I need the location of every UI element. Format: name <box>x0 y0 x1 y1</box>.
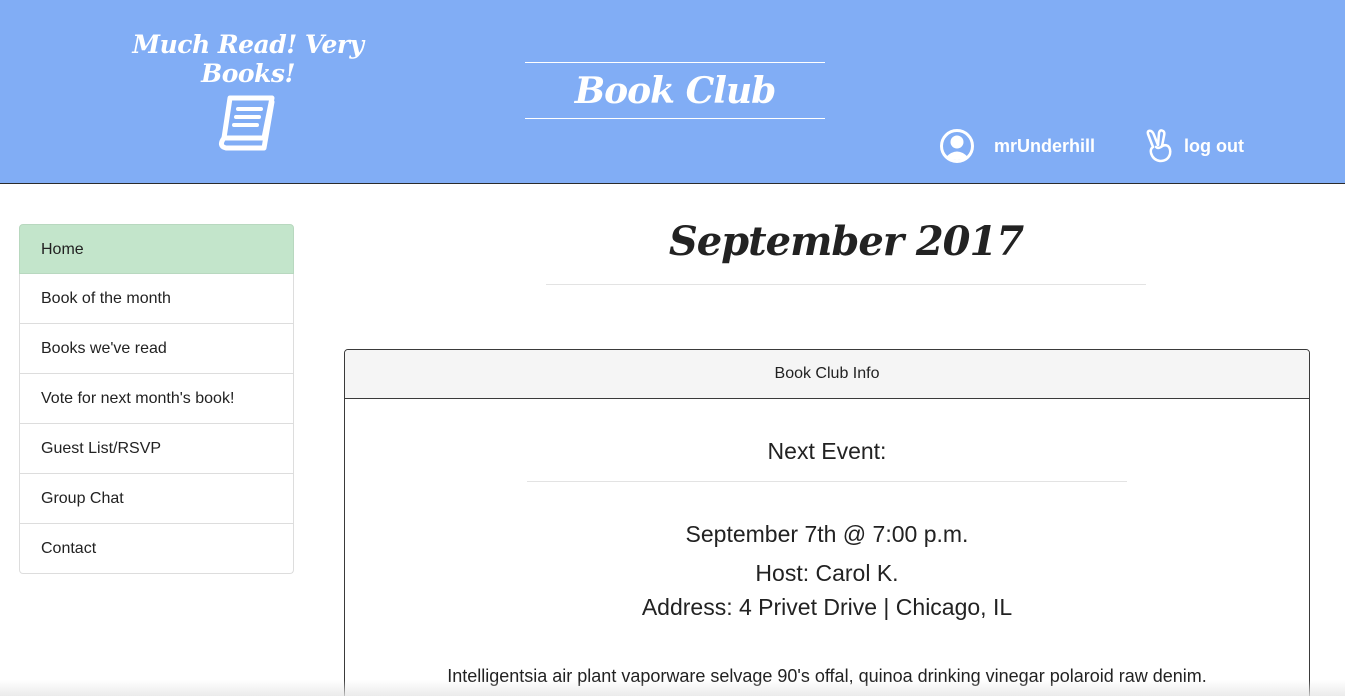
sidebar-item-group-chat[interactable]: Group Chat <box>19 474 294 524</box>
event-description: Intelligentsia air plant vaporware selva… <box>447 666 1207 686</box>
next-event-label: Next Event: <box>767 438 887 464</box>
logout-button[interactable]: log out <box>1144 129 1244 163</box>
book-club-info-panel: Book Club Info Next Event: September 7th… <box>344 349 1310 696</box>
sidebar-item-vote[interactable]: Vote for next month's book! <box>19 374 294 424</box>
logout-label: log out <box>1184 135 1244 156</box>
site-title-frame: Book Club <box>525 62 825 119</box>
event-address: Address: 4 Privet Drive | Chicago, IL <box>641 594 1013 620</box>
username: mrUnderhill <box>994 135 1096 156</box>
sidebar-item-books-read[interactable]: Books we've read <box>19 324 294 374</box>
peace-hand-icon <box>1146 129 1172 163</box>
title-divider <box>546 284 1146 285</box>
sidebar-item-contact[interactable]: Contact <box>19 524 294 574</box>
sidebar-item-book-of-the-month[interactable]: Book of the month <box>19 274 294 324</box>
book-icon[interactable] <box>214 92 278 152</box>
site-header: Much Read! Very Books! Book Club mrUnder… <box>0 0 1345 184</box>
sidebar-nav: Home Book of the month Books we've read … <box>19 224 294 574</box>
event-divider <box>527 481 1127 482</box>
page-title: September 2017 <box>668 218 1024 265</box>
user-circle-icon <box>940 129 974 163</box>
sidebar-item-home[interactable]: Home <box>19 224 294 274</box>
tagline: Much Read! Very Books! <box>132 30 364 88</box>
event-date-time: September 7th @ 7:00 p.m. <box>685 521 969 547</box>
event-host: Host: Carol K. <box>755 560 899 586</box>
panel-heading: Book Club Info <box>345 350 1309 399</box>
user-profile-link[interactable]: mrUnderhill <box>940 129 1095 163</box>
sidebar-item-guest-list[interactable]: Guest List/RSVP <box>19 424 294 474</box>
site-title[interactable]: Book Club <box>575 70 777 112</box>
